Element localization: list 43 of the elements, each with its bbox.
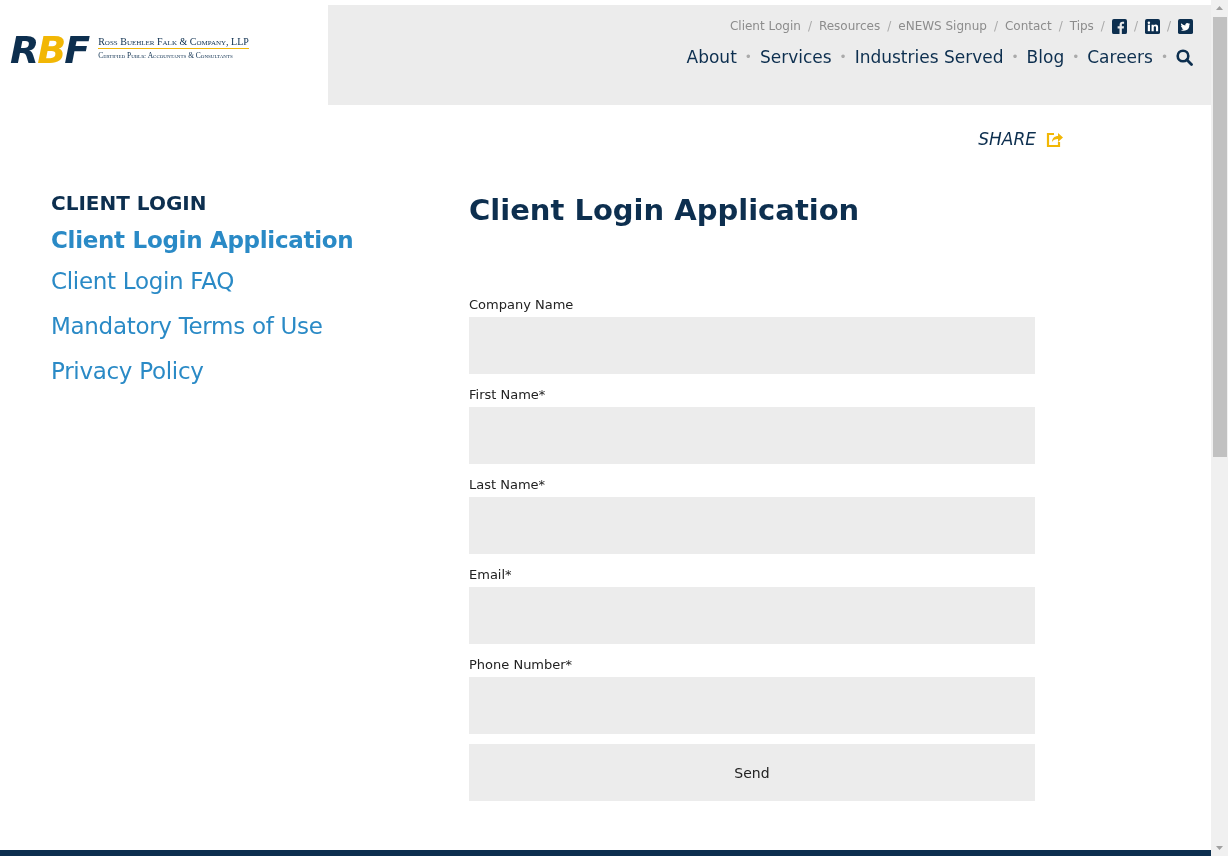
utility-link[interactable]: Client Login (729, 19, 801, 33)
linkedin-icon[interactable] (1144, 18, 1160, 34)
scrollbar[interactable] (1211, 0, 1228, 856)
field-label: Phone Number* (469, 657, 574, 674)
share-label[interactable]: SHARE (978, 129, 1036, 149)
sidebar-link[interactable]: Mandatory Terms of Use (51, 304, 469, 349)
company-name: Ross Buehler Falk & Company, LLP (98, 36, 249, 49)
separator-slash: / (1058, 19, 1063, 33)
facebook-icon[interactable] (1111, 18, 1127, 34)
sidebar-link[interactable]: Privacy Policy (51, 349, 469, 394)
field-label: Company Name (469, 297, 575, 314)
nav-link[interactable]: Industries Served (854, 47, 1004, 67)
utility-link[interactable]: Tips (1069, 19, 1094, 33)
logo-mark[interactable]: RBF (10, 30, 95, 70)
nav-link[interactable]: About (686, 47, 737, 67)
separator-dot: • (1160, 50, 1168, 64)
field-label: First Name* (469, 387, 547, 404)
separator-slash: / (1166, 19, 1171, 33)
sidebar-link[interactable]: Client Login Application (51, 221, 469, 259)
separator-slash: / (993, 19, 998, 33)
utility-link[interactable]: eNEWS Signup (898, 19, 987, 33)
field-label: Last Name* (469, 477, 547, 494)
utility-link[interactable]: Resources (818, 19, 881, 33)
separator-slash: / (1100, 19, 1105, 33)
sidebar-link[interactable]: Client Login FAQ (51, 259, 469, 304)
separator-slash: / (1133, 19, 1138, 33)
separator-dot: • (839, 50, 847, 64)
search-icon[interactable] (1176, 48, 1193, 66)
share-icon[interactable] (1046, 131, 1063, 147)
separator-dot: • (744, 50, 752, 64)
twitter-icon[interactable] (1178, 18, 1193, 34)
separator-dot: • (1072, 50, 1080, 64)
send-button[interactable]: Send (469, 744, 1035, 801)
page-title: Client Login Application (469, 193, 861, 227)
separator-dot: • (1011, 50, 1019, 64)
separator-slash: / (807, 19, 812, 33)
separator-slash: / (887, 19, 892, 33)
utility-link[interactable]: Contact (1004, 19, 1052, 33)
sidebar-heading: CLIENT LOGIN (51, 191, 208, 215)
field-label: Email* (469, 567, 513, 584)
nav-link[interactable]: Services (759, 47, 832, 67)
nav-link[interactable]: Careers (1087, 47, 1153, 67)
nav-link[interactable]: Blog (1026, 47, 1065, 67)
